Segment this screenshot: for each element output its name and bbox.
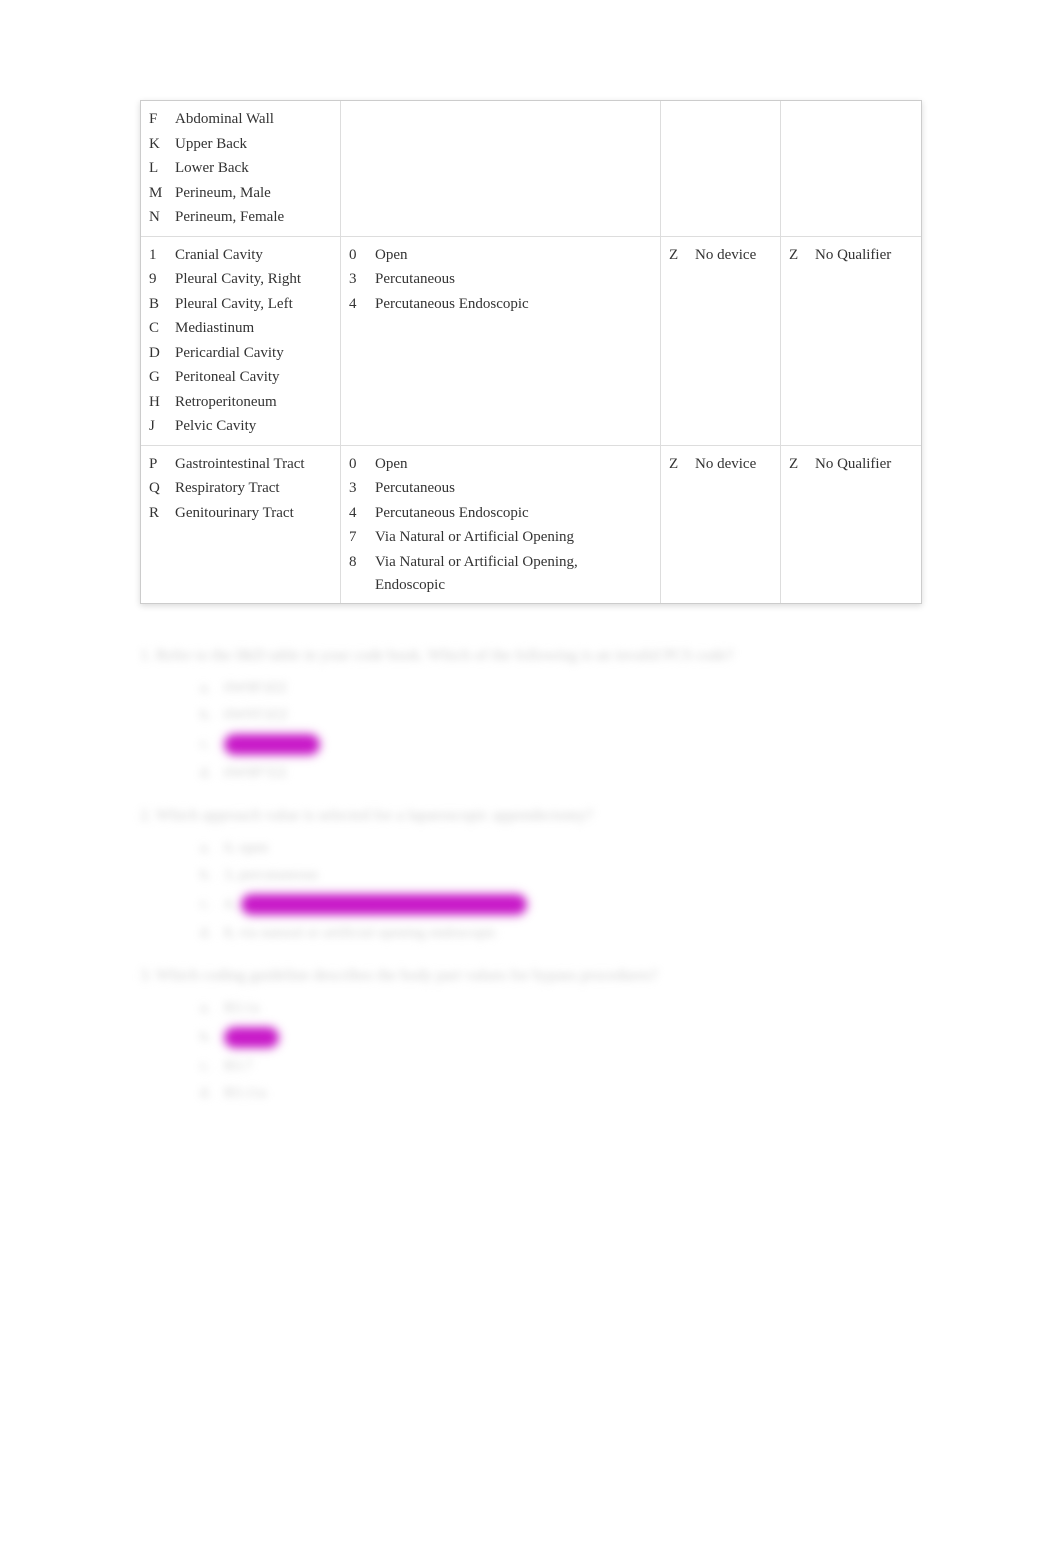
answer-option-highlighted: c.4, 4, percutaneous endoscopic (200, 894, 922, 915)
qualifier-column: Z No Qualifier (781, 237, 901, 445)
answer-option: d.B3.11a (200, 1085, 922, 1102)
code-label: Open (375, 244, 652, 267)
code-label: Via Natural or Artificial Opening (375, 526, 652, 549)
device-column (661, 101, 781, 236)
code: B (149, 293, 167, 316)
code-label: Peritoneal Cavity (175, 366, 332, 389)
code: 0 (349, 453, 367, 476)
code-label: No Qualifier (815, 453, 893, 476)
code-label: Percutaneous (375, 477, 652, 500)
code-label: Perineum, Male (175, 182, 332, 205)
approach-column: 0 Open 3 Percutaneous 4 Percutaneous Endosc… (341, 446, 661, 603)
answer-option: a.0W9F3ZZ (200, 680, 922, 697)
code-label: Pleural Cavity, Left (175, 293, 332, 316)
answer-option: a.B3.1a (200, 1000, 922, 1017)
code: N (149, 206, 167, 229)
code-label: Pericardial Cavity (175, 342, 332, 365)
answer-list: a.0W9F3ZZ b.0W9T3ZZ c.0W9N0ZX d.0W9P7ZZ (140, 680, 922, 782)
body-part-column: P Gastrointestinal Tract Q Respiratory Tra… (141, 446, 341, 603)
code: H (149, 391, 167, 414)
code: G (149, 366, 167, 389)
table-row: 1 Cranial Cavity 9 Pleural Cavity, Right B… (141, 236, 921, 445)
answer-list: a.0, open b.3, percutaneous c.4, 4, perc… (140, 840, 922, 942)
code-label: Upper Back (175, 133, 332, 156)
code-label: Perineum, Female (175, 206, 332, 229)
device-column: Z No device (661, 237, 781, 445)
code-label: Cranial Cavity (175, 244, 332, 267)
answer-option: a.0, open (200, 840, 922, 857)
code-label: No device (695, 244, 772, 267)
answer-option: d.0W9P7ZZ (200, 765, 922, 782)
code-label: Respiratory Tract (175, 477, 332, 500)
questions-section: 1. Refer to the I&D table in your code b… (140, 644, 922, 1102)
code: Z (669, 244, 687, 267)
code: Z (669, 453, 687, 476)
body-part-column: 1 Cranial Cavity 9 Pleural Cavity, Right B… (141, 237, 341, 445)
code: 0 (349, 244, 367, 267)
table-row: P Gastrointestinal Tract Q Respiratory Tra… (141, 445, 921, 603)
answer-option-highlighted: c.0W9N0ZX (200, 734, 922, 755)
code-label-continuation: Endoscopic (349, 574, 652, 597)
code-label: Percutaneous (375, 268, 652, 291)
code-table: FAbdominal Wall KUpper Back LLower Back … (140, 100, 922, 604)
code-label: Genitourinary Tract (175, 502, 332, 525)
answer-option: b.3, percutaneous (200, 867, 922, 884)
answer-option: d.8, via natural or artificial opening e… (200, 925, 922, 942)
question-text: 1. Refer to the I&D table in your code b… (140, 644, 922, 668)
code: D (149, 342, 167, 365)
code: 4 (349, 502, 367, 525)
code-label: Gastrointestinal Tract (175, 453, 332, 476)
code: 9 (149, 268, 167, 291)
code: F (149, 108, 167, 131)
answer-option: b.0W9T3ZZ (200, 707, 922, 724)
answer-list: a.B3.1a b.B3.6a c.B3.7 d.B3.11a (140, 1000, 922, 1102)
approach-column: 0 Open 3 Percutaneous 4 Percutaneous Endosc… (341, 237, 661, 445)
answer-option: c.B3.7 (200, 1058, 922, 1075)
code-label: Pleural Cavity, Right (175, 268, 332, 291)
code: 1 (149, 244, 167, 267)
code: K (149, 133, 167, 156)
device-column: Z No device (661, 446, 781, 603)
answer-option-highlighted: b.B3.6a (200, 1027, 922, 1048)
code: P (149, 453, 167, 476)
code: L (149, 157, 167, 180)
code: Z (789, 453, 807, 476)
code-label: Abdominal Wall (175, 108, 332, 131)
code-label: Retroperitoneum (175, 391, 332, 414)
code: 4 (349, 293, 367, 316)
code-label: Percutaneous Endoscopic (375, 293, 652, 316)
question-text: 2. Which approach value is selected for … (140, 804, 922, 828)
question-1: 1. Refer to the I&D table in your code b… (140, 644, 922, 782)
code-label: Open (375, 453, 652, 476)
question-2: 2. Which approach value is selected for … (140, 804, 922, 942)
code: M (149, 182, 167, 205)
code-label: No device (695, 453, 772, 476)
code: 3 (349, 268, 367, 291)
code: 8 (349, 551, 367, 574)
code: 7 (349, 526, 367, 549)
code: C (149, 317, 167, 340)
code: 3 (349, 477, 367, 500)
body-part-column: FAbdominal Wall KUpper Back LLower Back … (141, 101, 341, 236)
qualifier-column (781, 101, 901, 236)
question-text: 3. Which coding guideline describes the … (140, 964, 922, 988)
code-label: Mediastinum (175, 317, 332, 340)
code-label: Pelvic Cavity (175, 415, 332, 438)
code-label: Via Natural or Artificial Opening, (375, 551, 652, 574)
table-row: FAbdominal Wall KUpper Back LLower Back … (141, 101, 921, 236)
code: Q (149, 477, 167, 500)
question-3: 3. Which coding guideline describes the … (140, 964, 922, 1102)
approach-column (341, 101, 661, 236)
qualifier-column: Z No Qualifier (781, 446, 901, 603)
code-label: Percutaneous Endoscopic (375, 502, 652, 525)
code: Z (789, 244, 807, 267)
code-label: No Qualifier (815, 244, 893, 267)
code: R (149, 502, 167, 525)
code-label: Lower Back (175, 157, 332, 180)
code: J (149, 415, 167, 438)
